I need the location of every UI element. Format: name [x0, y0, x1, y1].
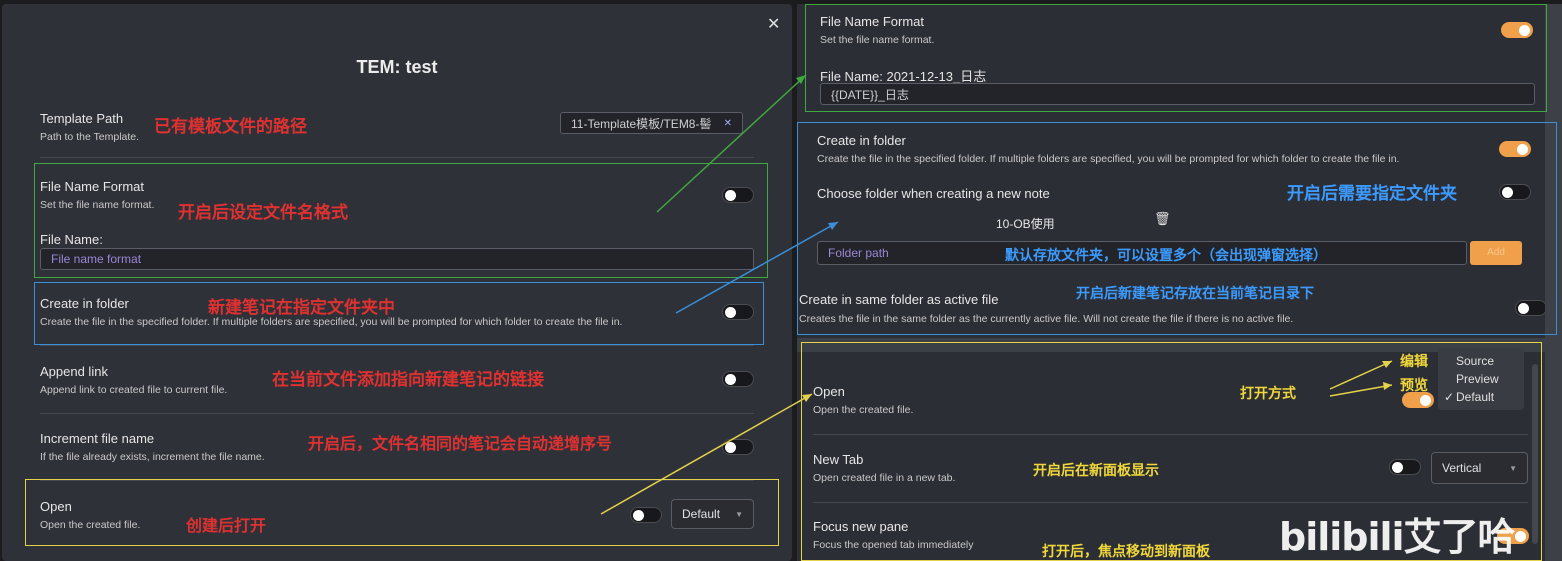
highlight-box-right-create-folder [797, 122, 1557, 335]
annotation-file-name-format: 开启后设定文件名格式 [178, 203, 348, 223]
annotation-open: 创建后打开 [186, 516, 267, 535]
highlight-box-file-name [34, 163, 768, 278]
highlight-box-open [25, 479, 779, 546]
divider [40, 413, 754, 414]
increment-title: Increment file name [40, 431, 155, 446]
divider [40, 157, 754, 158]
template-path-value: 11-Template模板/TEM8-髻 [571, 116, 712, 131]
annotation-same-folder: 开启后新建笔记存放在当前笔记目录下 [1076, 286, 1314, 302]
annotation-template-path: 已有模板文件的路径 [154, 117, 307, 137]
template-path-input[interactable]: 11-Template模板/TEM8-髻 ✕ [560, 112, 743, 134]
append-link-desc: Append link to created file to current f… [40, 384, 228, 396]
annotation-open-mode: 打开方式 [1240, 386, 1296, 402]
increment-desc: If the file already exists, increment th… [40, 451, 265, 463]
annotation-increment: 开启后，文件名相同的笔记会自动递增序号 [308, 434, 613, 453]
template-path-title: Template Path [40, 111, 124, 126]
annotation-edit: 编辑 [1400, 354, 1428, 370]
annotation-focus: 打开后，焦点移动到新面板 [1042, 544, 1210, 560]
annotation-preview: 预览 [1400, 378, 1428, 394]
annotation-new-tab: 开启后在新面板显示 [1033, 463, 1159, 479]
clear-icon[interactable]: ✕ [724, 118, 732, 129]
highlight-box-create-folder [34, 282, 764, 345]
append-link-title: Append link [40, 364, 108, 379]
annotation-create-in-folder: 新建笔记在指定文件夹中 [208, 298, 395, 318]
modal-title: TEM: test [356, 57, 438, 77]
close-icon[interactable]: ✕ [767, 14, 780, 34]
increment-toggle[interactable] [722, 439, 754, 455]
annotation-choose-folder: 开启后需要指定文件夹 [1287, 184, 1457, 204]
divider [40, 345, 754, 346]
template-path-desc: Path to the Template. [40, 131, 140, 143]
annotation-default-folder: 默认存放文件夹，可以设置多个（会出现弹窗选择） [1005, 248, 1327, 264]
highlight-box-right-open [801, 342, 1542, 561]
append-link-toggle[interactable] [722, 371, 754, 387]
highlight-box-right-file-name [805, 4, 1547, 112]
annotation-append-link: 在当前文件添加指向新建笔记的链接 [272, 370, 544, 390]
